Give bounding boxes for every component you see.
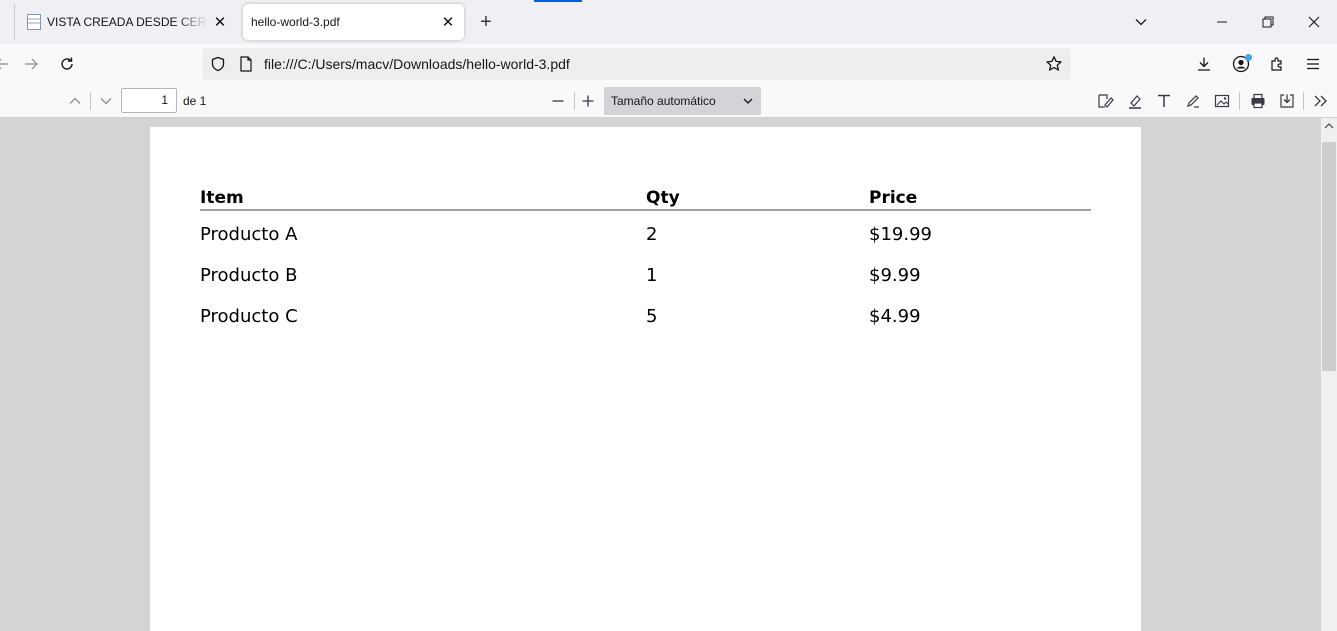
zoom-out-button[interactable]: [546, 88, 570, 114]
document-icon: [27, 14, 41, 30]
minimize-icon[interactable]: [1206, 6, 1238, 38]
tools-menu-icon[interactable]: [1309, 88, 1333, 114]
next-page-icon[interactable]: [94, 88, 118, 114]
add-text-icon[interactable]: [1152, 88, 1176, 114]
previous-page-icon[interactable]: [63, 88, 87, 114]
tab-title: hello-world-3.pdf: [251, 15, 340, 29]
navigation-bar: file:///C:/Users/macv/Downloads/hello-wo…: [0, 44, 1337, 84]
chevron-down-icon: [743, 87, 753, 115]
pdf-page: Item Qty Price Producto A 2 $19.99 Produ…: [150, 127, 1141, 631]
cell-price: $4.99: [869, 306, 921, 327]
toolbar-separator: [1239, 92, 1240, 110]
scrollbar-thumb[interactable]: [1322, 142, 1336, 371]
add-image-icon[interactable]: [1210, 88, 1234, 114]
toolbar-separator: [574, 92, 575, 110]
bookmark-star-icon[interactable]: [1040, 50, 1068, 78]
cell-qty: 2: [646, 224, 658, 245]
zoom-in-button[interactable]: [576, 88, 600, 114]
scroll-up-arrow-icon[interactable]: [1321, 118, 1337, 134]
vertical-scrollbar[interactable]: [1321, 118, 1337, 631]
menu-hamburger-icon[interactable]: [1299, 50, 1327, 78]
document-table: Item Qty Price Producto A 2 $19.99 Produ…: [200, 185, 1091, 337]
restore-icon[interactable]: [1252, 6, 1284, 38]
add-signature-icon[interactable]: [1094, 88, 1118, 114]
column-header-price: Price: [869, 188, 918, 208]
tab-vista-creada[interactable]: VISTA CREADA DESDE CERO - W ✕: [14, 4, 236, 40]
page-count-label: de 1: [183, 94, 207, 108]
highlight-icon[interactable]: [1123, 88, 1147, 114]
print-icon[interactable]: [1246, 88, 1270, 114]
page-info-icon[interactable]: [232, 50, 260, 78]
toolbar-separator: [90, 92, 91, 110]
pdf-toolbar: 1 de 1 Tamaño automático: [0, 84, 1337, 118]
back-icon[interactable]: [0, 50, 16, 78]
account-notification-dot: [1245, 54, 1252, 61]
pdf-viewer[interactable]: Item Qty Price Producto A 2 $19.99 Produ…: [0, 118, 1337, 631]
forward-icon[interactable]: [17, 50, 45, 78]
zoom-select-value: Tamaño automático: [611, 94, 716, 108]
close-tab-icon[interactable]: ✕: [208, 10, 232, 34]
tracking-protection-shield-icon[interactable]: [204, 50, 232, 78]
cell-item: Producto C: [200, 306, 298, 327]
tab-accent-line: [534, 0, 582, 2]
downloads-icon[interactable]: [1190, 50, 1218, 78]
tab-title: VISTA CREADA DESDE CERO - W: [47, 15, 208, 29]
new-tab-button[interactable]: +: [474, 10, 498, 34]
cell-qty: 5: [646, 306, 658, 327]
zoom-select[interactable]: Tamaño automático: [604, 87, 761, 115]
table-header-row: Item Qty Price: [200, 185, 1091, 211]
cell-price: $9.99: [869, 265, 921, 286]
close-tab-icon[interactable]: ✕: [436, 10, 460, 34]
cell-item: Producto A: [200, 224, 298, 245]
address-bar[interactable]: file:///C:/Users/macv/Downloads/hello-wo…: [202, 48, 1071, 80]
url-text[interactable]: file:///C:/Users/macv/Downloads/hello-wo…: [264, 48, 570, 80]
cell-qty: 1: [646, 265, 658, 286]
tab-hello-world-pdf[interactable]: hello-world-3.pdf ✕: [243, 4, 464, 40]
table-row: Producto B 1 $9.99: [200, 255, 1091, 296]
column-header-item: Item: [200, 188, 244, 208]
draw-icon[interactable]: [1181, 88, 1205, 114]
save-download-icon[interactable]: [1275, 88, 1299, 114]
reload-icon[interactable]: [53, 50, 81, 78]
page-number-input[interactable]: 1: [121, 88, 177, 113]
close-window-icon[interactable]: [1298, 6, 1330, 38]
column-header-qty: Qty: [646, 188, 680, 208]
list-all-tabs-icon[interactable]: [1125, 6, 1157, 38]
table-row: Producto C 5 $4.99: [200, 296, 1091, 337]
table-row: Producto A 2 $19.99: [200, 211, 1091, 255]
cell-price: $19.99: [869, 224, 932, 245]
tab-strip: VISTA CREADA DESDE CERO - W ✕ hello-worl…: [0, 0, 1337, 44]
toolbar-separator: [1303, 92, 1304, 110]
cell-item: Producto B: [200, 265, 298, 286]
extensions-icon[interactable]: [1263, 50, 1291, 78]
